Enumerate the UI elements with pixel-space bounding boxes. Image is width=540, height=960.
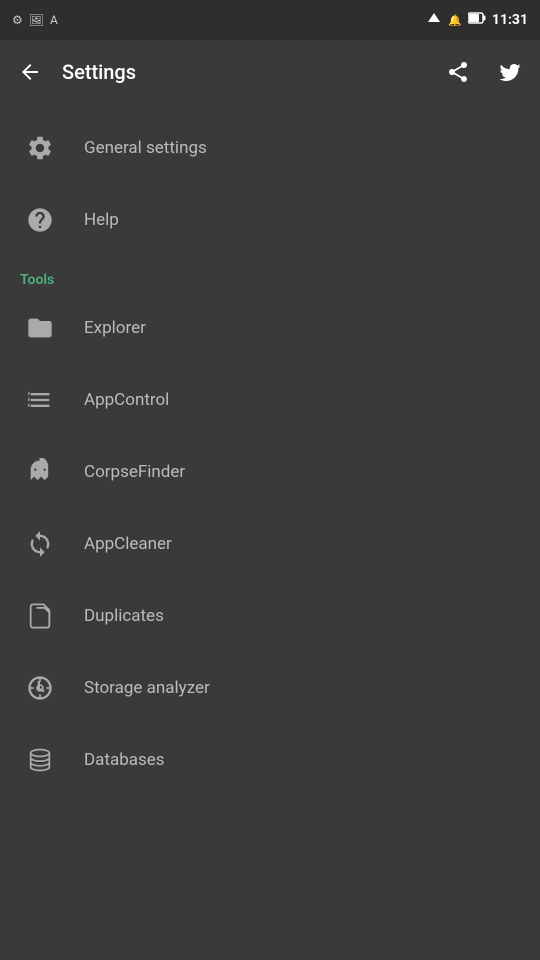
- menu-item-storage-analyzer[interactable]: Storage analyzer: [0, 652, 540, 724]
- page-title: Settings: [62, 60, 426, 84]
- status-bar-right: 🔔 11:31: [426, 11, 528, 29]
- back-button[interactable]: [10, 52, 50, 92]
- duplicates-icon: [20, 596, 60, 636]
- question-icon: [20, 200, 60, 240]
- time-display: 11:31: [492, 12, 528, 28]
- signal-icon: [426, 11, 442, 29]
- share-button[interactable]: [438, 52, 478, 92]
- notif-icon-2: 🖼: [29, 13, 44, 27]
- notif-icon-3: A: [50, 13, 58, 27]
- notification-icon: 🔔: [448, 14, 462, 27]
- duplicates-label: Duplicates: [84, 606, 164, 626]
- storage-analyzer-label: Storage analyzer: [84, 678, 210, 698]
- ghost-icon: [20, 452, 60, 492]
- folder-icon: [20, 308, 60, 348]
- general-settings-label: General settings: [84, 138, 207, 158]
- gear-icon: [20, 128, 60, 168]
- menu-item-explorer[interactable]: Explorer: [0, 292, 540, 364]
- menu-item-general-settings[interactable]: General settings: [0, 112, 540, 184]
- appcontrol-icon: [20, 380, 60, 420]
- app-bar: Settings: [0, 40, 540, 104]
- menu-item-appcontrol[interactable]: AppControl: [0, 364, 540, 436]
- explorer-label: Explorer: [84, 318, 146, 338]
- battery-icon: [468, 12, 486, 28]
- databases-label: Databases: [84, 750, 165, 770]
- storage-analyzer-icon: [20, 668, 60, 708]
- help-label: Help: [84, 210, 119, 230]
- appcontrol-label: AppControl: [84, 390, 169, 410]
- menu-item-help[interactable]: Help: [0, 184, 540, 256]
- menu-item-databases[interactable]: Databases: [0, 724, 540, 796]
- menu-item-corpsefinder[interactable]: CorpseFinder: [0, 436, 540, 508]
- corpsefinder-label: CorpseFinder: [84, 462, 185, 482]
- menu-item-duplicates[interactable]: Duplicates: [0, 580, 540, 652]
- tools-section-header: Tools: [0, 256, 540, 292]
- appcleaner-label: AppCleaner: [84, 534, 172, 554]
- status-bar: ⚙ 🖼 A 🔔 11:31: [0, 0, 540, 40]
- notif-icon-1: ⚙: [12, 13, 23, 27]
- menu-item-appcleaner[interactable]: AppCleaner: [0, 508, 540, 580]
- twitter-button[interactable]: [490, 52, 530, 92]
- settings-list: General settings Help Tools Explorer: [0, 104, 540, 804]
- recycle-icon: [20, 524, 60, 564]
- databases-icon: [20, 740, 60, 780]
- status-bar-left: ⚙ 🖼 A: [12, 13, 58, 27]
